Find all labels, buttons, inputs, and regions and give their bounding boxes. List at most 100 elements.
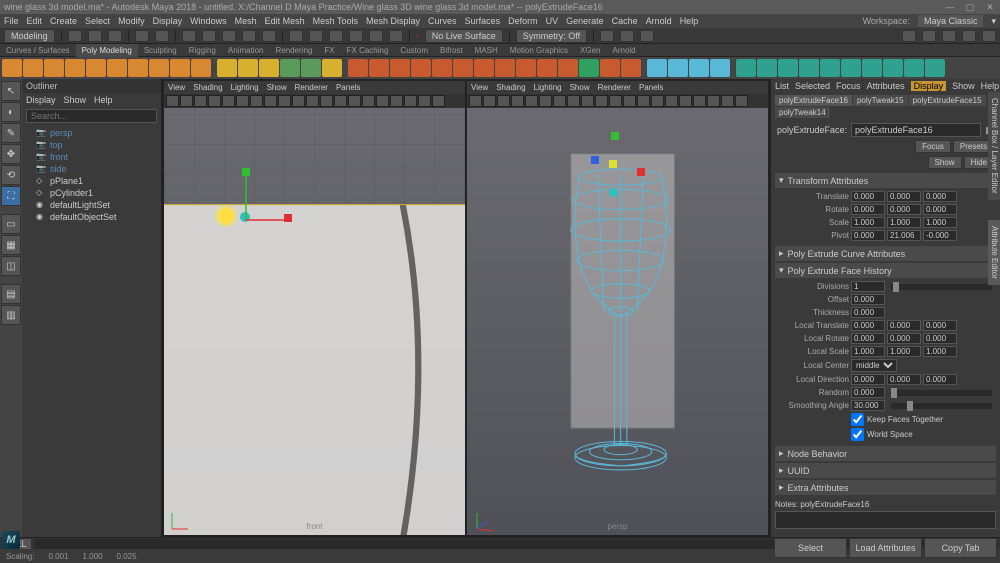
render-icon[interactable] <box>902 30 916 42</box>
render-icon[interactable] <box>942 30 956 42</box>
shelf-icon[interactable] <box>621 59 641 77</box>
menu-file[interactable]: File <box>4 16 19 26</box>
shelf-icon[interactable] <box>369 59 389 77</box>
render-icon[interactable] <box>922 30 936 42</box>
load-attributes-button[interactable]: Load Attributes <box>849 538 922 558</box>
vp-toolbar-icon[interactable] <box>236 95 249 107</box>
attr-tab[interactable]: polyTweak14 <box>775 107 830 118</box>
menu-mesh-display[interactable]: Mesh Display <box>366 16 420 26</box>
vp-toolbar-icon[interactable] <box>264 95 277 107</box>
vp-toolbar-icon[interactable] <box>539 95 552 107</box>
copy-tab-button[interactable]: Copy Tab <box>924 538 997 558</box>
shelf-icon[interactable] <box>799 59 819 77</box>
close-button[interactable]: ✕ <box>984 2 996 13</box>
section-header[interactable]: ▸ Extra Attributes <box>775 480 996 495</box>
attr-menu-item[interactable]: Selected <box>795 81 830 91</box>
translate-x[interactable] <box>851 191 885 202</box>
vp-menu-item[interactable]: Show <box>570 83 590 92</box>
attr-menu-item[interactable]: List <box>775 81 789 91</box>
section-header[interactable]: ▸ Poly Extrude Curve Attributes <box>775 246 996 261</box>
vp-toolbar-icon[interactable] <box>483 95 496 107</box>
outliner-node[interactable]: 📷top <box>26 139 157 151</box>
shelf-icon[interactable] <box>301 59 321 77</box>
snap-icon[interactable] <box>289 30 303 42</box>
shelf-icon[interactable] <box>217 59 237 77</box>
snap-icon[interactable] <box>349 30 363 42</box>
shelf-icon[interactable] <box>820 59 840 77</box>
menu-modify[interactable]: Modify <box>118 16 145 26</box>
vp-toolbar-icon[interactable] <box>334 95 347 107</box>
menu-arnold[interactable]: Arnold <box>646 16 672 26</box>
outliner-menu-item[interactable]: Help <box>94 95 113 105</box>
shelf-icon[interactable] <box>579 59 599 77</box>
vp-toolbar-icon[interactable] <box>166 95 179 107</box>
play-icon[interactable] <box>640 30 654 42</box>
shelf-icon[interactable] <box>558 59 578 77</box>
shelf-icon[interactable] <box>86 59 106 77</box>
vp-toolbar-icon[interactable] <box>292 95 305 107</box>
workspace-settings-icon[interactable]: ▾ <box>991 16 996 27</box>
section-header[interactable]: ▸ UUID <box>775 463 996 478</box>
paint-select-tool[interactable]: ✎ <box>1 123 21 143</box>
vp-toolbar-icon[interactable] <box>707 95 720 107</box>
attr-menu-item[interactable]: Show <box>952 81 975 91</box>
shelf-icon[interactable] <box>322 59 342 77</box>
shelf-icon[interactable] <box>736 59 756 77</box>
sel-mode-icon[interactable] <box>262 30 276 42</box>
shelf-icon[interactable] <box>495 59 515 77</box>
shelf-icon[interactable] <box>904 59 924 77</box>
shelf-tab[interactable]: XGen <box>574 44 606 57</box>
shelf-icon[interactable] <box>841 59 861 77</box>
symmetry-dropdown[interactable]: Symmetry: Off <box>516 29 587 43</box>
vp-toolbar-icon[interactable] <box>623 95 636 107</box>
focus-button[interactable]: Focus <box>915 140 951 153</box>
vp-toolbar-icon[interactable] <box>362 95 375 107</box>
play-icon[interactable] <box>600 30 614 42</box>
vp-toolbar-icon[interactable] <box>390 95 403 107</box>
shelf-icon[interactable] <box>689 59 709 77</box>
menu-generate[interactable]: Generate <box>566 16 604 26</box>
vp-toolbar-icon[interactable] <box>404 95 417 107</box>
shelf-icon[interactable] <box>259 59 279 77</box>
section-header[interactable]: ▾ Transform Attributes <box>775 173 996 188</box>
shelf-tab[interactable]: Sculpting <box>138 44 183 57</box>
shelf-icon[interactable] <box>191 59 211 77</box>
notes-textarea[interactable] <box>775 511 996 529</box>
layout-single[interactable]: ▭ <box>1 214 21 234</box>
divisions-field[interactable] <box>851 281 885 292</box>
vp-menu-item[interactable]: Renderer <box>598 83 631 92</box>
snap-icon[interactable] <box>369 30 383 42</box>
vp-toolbar-icon[interactable] <box>469 95 482 107</box>
scale-y[interactable] <box>887 217 921 228</box>
menu-mesh-tools[interactable]: Mesh Tools <box>313 16 358 26</box>
vp-menu-item[interactable]: Renderer <box>295 83 328 92</box>
shelf-tab[interactable]: Custom <box>394 44 434 57</box>
attr-tab[interactable]: polyTweak15 <box>853 95 908 106</box>
rotate-y[interactable] <box>887 204 921 215</box>
play-icon[interactable] <box>620 30 634 42</box>
layout-persp-outliner[interactable]: ▤ <box>1 284 21 304</box>
workspace-dropdown[interactable]: Maya Classic <box>918 15 984 27</box>
redo-icon[interactable] <box>155 30 169 42</box>
vp-toolbar-icon[interactable] <box>208 95 221 107</box>
world-space-checkbox[interactable] <box>851 428 864 441</box>
save-scene-icon[interactable] <box>108 30 122 42</box>
minimize-button[interactable]: — <box>944 2 956 13</box>
vp-toolbar-icon[interactable] <box>250 95 263 107</box>
shelf-icon[interactable] <box>280 59 300 77</box>
shelf-icon[interactable] <box>2 59 22 77</box>
outliner-menu-item[interactable]: Show <box>64 95 87 105</box>
lasso-tool[interactable]: ◐ <box>1 102 21 122</box>
menu-windows[interactable]: Windows <box>190 16 227 26</box>
maximize-button[interactable]: ▢ <box>964 2 976 13</box>
vp-toolbar-icon[interactable] <box>511 95 524 107</box>
vp-toolbar-icon[interactable] <box>320 95 333 107</box>
vp-menu-item[interactable]: Lighting <box>231 83 259 92</box>
vp-toolbar-icon[interactable] <box>376 95 389 107</box>
section-header[interactable]: ▾ Poly Extrude Face History <box>775 263 996 278</box>
shelf-tab[interactable]: MASH <box>469 44 504 57</box>
scale-x[interactable] <box>851 217 885 228</box>
shelf-tab[interactable]: Bifrost <box>434 44 469 57</box>
shelf-icon[interactable] <box>65 59 85 77</box>
section-header[interactable]: ▸ Node Behavior <box>775 446 996 461</box>
